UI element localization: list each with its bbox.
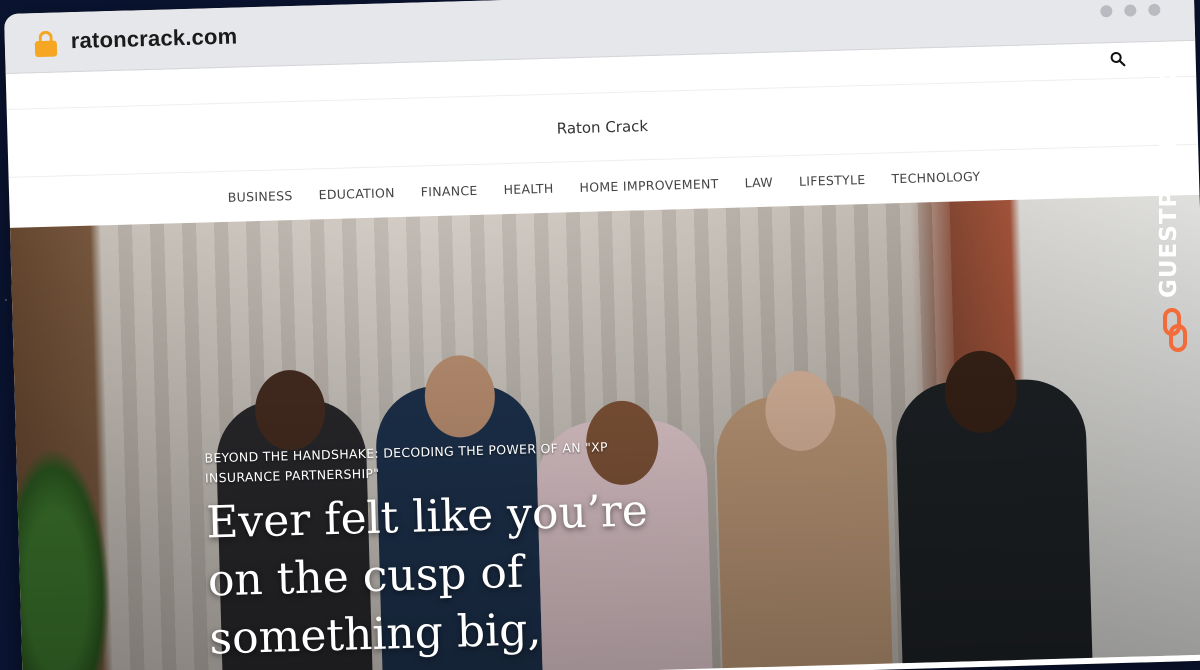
window-dot-icon[interactable]: [1124, 4, 1137, 17]
hero-banner[interactable]: BEYOND THE HANDSHAKE: DECODING THE POWER…: [9, 194, 1200, 670]
side-brand-text: GUESTPOSTLINKS: [1156, 52, 1182, 298]
browser-window: ratoncrack.com Raton Crack BUSINESS EDUC…: [4, 0, 1200, 670]
nav-item-finance[interactable]: FINANCE: [421, 182, 478, 199]
nav-item-home-improvement[interactable]: HOME IMPROVEMENT: [579, 176, 719, 195]
address-url[interactable]: ratoncrack.com: [70, 23, 237, 54]
nav-item-technology[interactable]: TECHNOLOGY: [891, 168, 980, 185]
hero-headline[interactable]: Ever felt like you’re on the cusp of som…: [205, 481, 680, 668]
nav-item-business[interactable]: BUSINESS: [228, 188, 293, 205]
nav-item-law[interactable]: LAW: [744, 174, 773, 190]
window-controls: [1100, 3, 1161, 18]
site-title[interactable]: Raton Crack: [556, 117, 648, 138]
nav-item-education[interactable]: EDUCATION: [318, 185, 395, 202]
nav-item-lifestyle[interactable]: LIFESTYLE: [799, 172, 866, 189]
window-dot-icon[interactable]: [1100, 5, 1113, 18]
search-icon[interactable]: [1109, 51, 1126, 67]
lock-icon: [34, 30, 58, 58]
nav-item-health[interactable]: HEALTH: [503, 180, 553, 196]
chain-link-icon: [1163, 308, 1187, 352]
side-brand: GUESTPOSTLINKS: [1156, 53, 1196, 358]
